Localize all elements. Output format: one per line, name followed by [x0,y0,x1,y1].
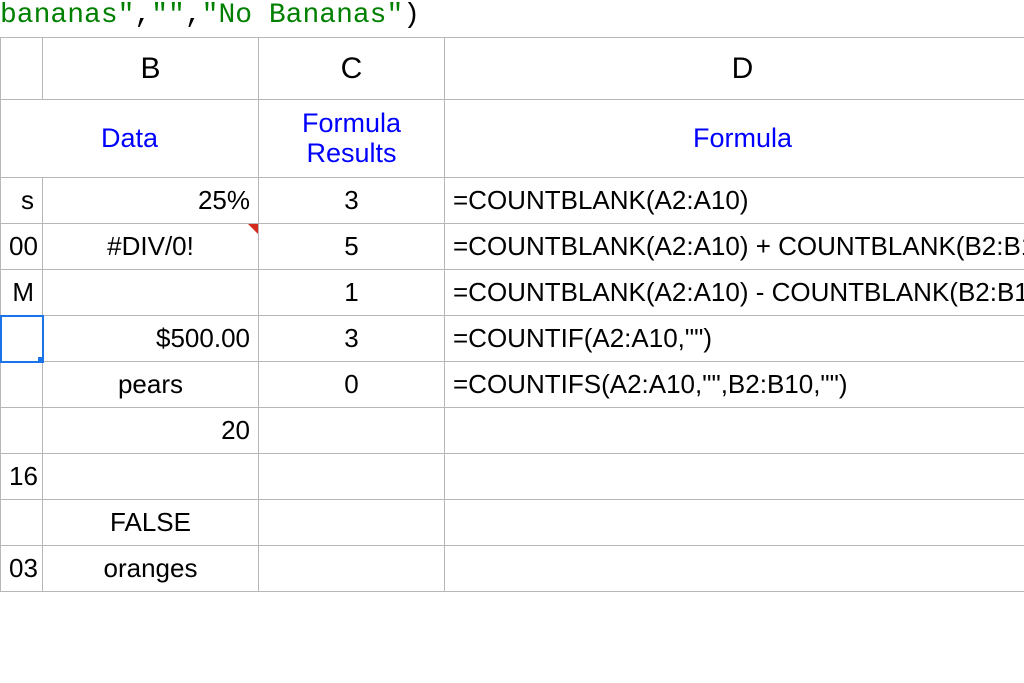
cell-D[interactable]: =COUNTBLANK(A2:A10) - COUNTBLANK(B2:B10) [445,270,1024,316]
cell-C[interactable]: 5 [259,224,445,270]
cell-B[interactable]: 25% [43,178,259,224]
cell-C[interactable]: 3 [259,316,445,362]
cell-C[interactable]: 3 [259,178,445,224]
formula-bar[interactable]: bananas","","No Bananas") [0,0,1024,37]
cell-A[interactable]: s [1,178,43,224]
table-row[interactable]: $500.00 3 =COUNTIF(A2:A10,"") [1,316,1024,362]
formula-bar-seg: bananas" [0,0,134,31]
cell-A[interactable] [1,500,43,546]
cell-B[interactable]: FALSE [43,500,259,546]
table-row[interactable]: pears 0 =COUNTIFS(A2:A10,"",B2:B10,"") [1,362,1024,408]
header-formula-results: FormulaResults [259,100,445,178]
cell-B[interactable]: oranges [43,546,259,592]
cell-C[interactable] [259,454,445,500]
table-row[interactable]: s 25% 3 =COUNTBLANK(A2:A10) [1,178,1024,224]
column-header-blank[interactable] [1,38,43,100]
cell-A[interactable]: M [1,270,43,316]
cell-A[interactable]: 00 [1,224,43,270]
cell-B[interactable] [43,454,259,500]
cell-A[interactable] [1,408,43,454]
header-data: Data [1,100,259,178]
cell-B[interactable]: pears [43,362,259,408]
table-row[interactable]: 00 #DIV/0! 5 =COUNTBLANK(A2:A10) + COUNT… [1,224,1024,270]
cell-A-selected[interactable] [1,316,43,362]
cell-D[interactable]: =COUNTBLANK(A2:A10) [445,178,1024,224]
table-row[interactable]: FALSE [1,500,1024,546]
cell-D[interactable] [445,454,1024,500]
column-header-B[interactable]: B [43,38,259,100]
cell-B[interactable] [43,270,259,316]
header-formula: Formula [445,100,1024,178]
cell-D[interactable] [445,546,1024,592]
cell-B[interactable]: $500.00 [43,316,259,362]
cell-D[interactable] [445,408,1024,454]
cell-C[interactable]: 0 [259,362,445,408]
table-row[interactable]: 20 [1,408,1024,454]
formula-bar-seg: , [185,0,202,31]
table-row[interactable]: M 1 =COUNTBLANK(A2:A10) - COUNTBLANK(B2:… [1,270,1024,316]
cell-A[interactable]: 03 [1,546,43,592]
cell-C[interactable] [259,546,445,592]
cell-C[interactable] [259,408,445,454]
cell-D[interactable] [445,500,1024,546]
cell-D[interactable]: =COUNTBLANK(A2:A10) + COUNTBLANK(B2:B10) [445,224,1024,270]
column-header-C[interactable]: C [259,38,445,100]
cell-D[interactable]: =COUNTIFS(A2:A10,"",B2:B10,"") [445,362,1024,408]
cell-C[interactable] [259,500,445,546]
cell-B[interactable]: #DIV/0! [43,224,259,270]
cell-A[interactable]: 16 [1,454,43,500]
column-header-row[interactable]: B C D [1,38,1024,100]
column-header-D[interactable]: D [445,38,1024,100]
formula-bar-seg: "" [151,0,185,31]
table-header-row[interactable]: Data FormulaResults Formula [1,100,1024,178]
formula-bar-seg: , [134,0,151,31]
cell-A[interactable] [1,362,43,408]
cell-C[interactable]: 1 [259,270,445,316]
spreadsheet-grid[interactable]: B C D Data FormulaResults Formula s 25% … [0,37,1024,592]
formula-bar-seg: "No Bananas" [202,0,404,31]
table-row[interactable]: 03 oranges [1,546,1024,592]
cell-B[interactable]: 20 [43,408,259,454]
table-row[interactable]: 16 [1,454,1024,500]
cell-D[interactable]: =COUNTIF(A2:A10,"") [445,316,1024,362]
formula-bar-seg: ) [403,0,420,31]
